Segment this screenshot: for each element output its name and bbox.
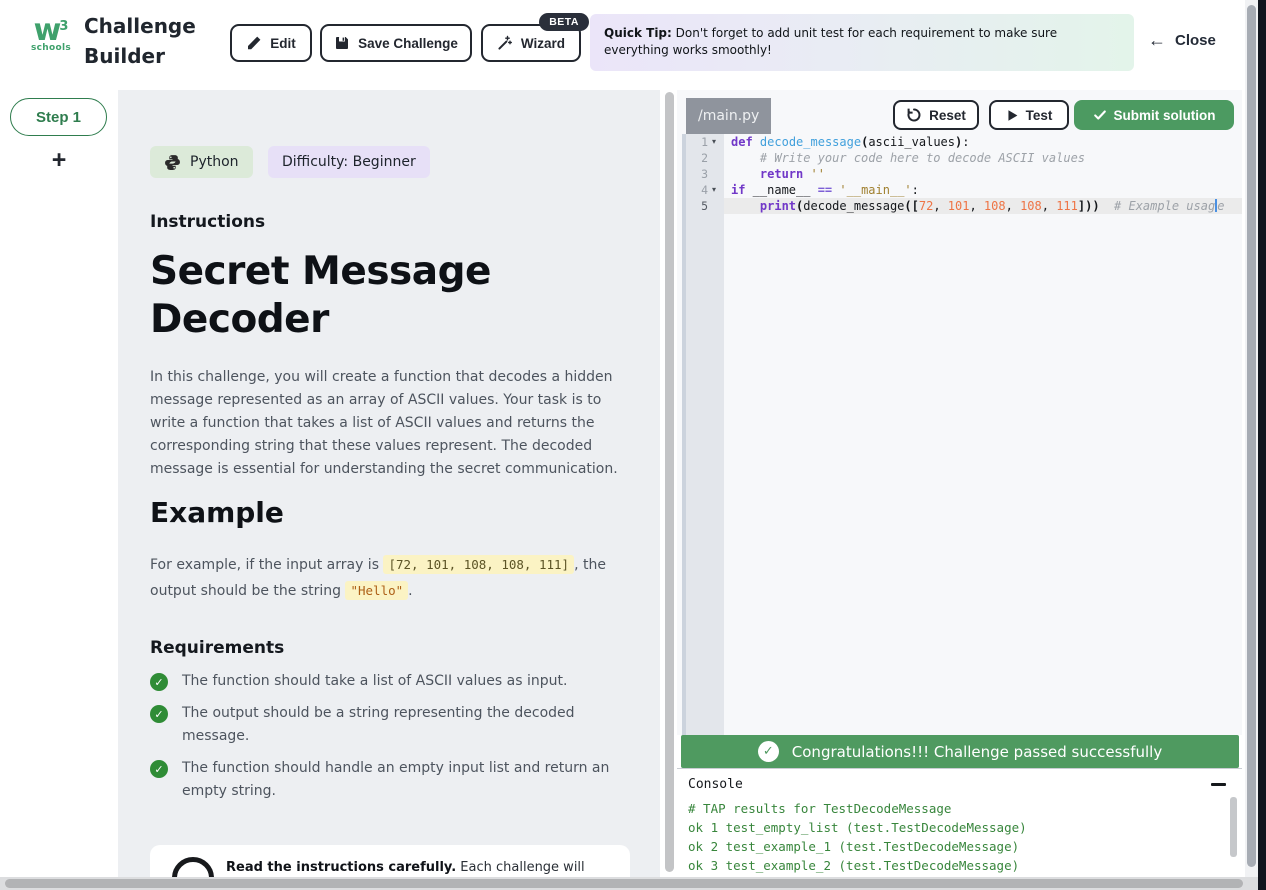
code-editor[interactable]: /main.py Reset Test Submit solution 1▾de… [677,90,1242,735]
editor-gutter [686,134,724,735]
code-row: 3 return '' [677,166,1242,182]
fold-arrow-icon[interactable]: ▾ [712,182,716,198]
requirement-item: ✓ The function should handle an empty inp… [150,757,642,803]
add-step-button[interactable]: + [0,146,118,175]
example-heading: Example [150,496,284,529]
code-line[interactable]: def decode_message(ascii_values): [724,134,1242,150]
line-number: 1 [677,134,708,150]
pencil-icon [246,35,262,51]
plus-icon: + [52,146,67,174]
code-lines: 1▾def decode_message(ascii_values):2 # W… [677,134,1242,214]
passed-message: Congratulations!!! Challenge passed succ… [792,743,1162,761]
test-button[interactable]: Test [989,100,1069,130]
challenge-passed-banner: ✓ Congratulations!!! Challenge passed su… [681,735,1239,768]
example-paragraph: For example, if the input array is [72, … [150,552,632,604]
line-number: 2 [677,150,708,166]
code-row: 4▾ if __name__ == '__main__': [677,182,1242,198]
check-icon [1093,108,1107,122]
wand-icon [497,35,513,51]
requirement-item: ✓ The function should take a list of ASCI… [150,670,642,693]
challenge-description: In this challenge, you will create a fun… [150,366,632,481]
requirements-list: ✓ The function should take a list of ASCI… [150,670,642,812]
beta-badge: BETA [539,13,589,31]
step-1-button[interactable]: Step 1 [10,98,107,136]
instructions-scrollbar[interactable] [665,92,674,872]
challenge-title: Secret Message Decoder [150,248,590,344]
wizard-button[interactable]: BETA Wizard [481,24,581,62]
check-circle-icon: ✓ [150,760,168,778]
w3schools-logo: w3 schools [26,12,76,53]
line-number: 4 [677,182,708,198]
requirements-heading: Requirements [150,638,284,658]
console-scrollbar[interactable] [1230,797,1237,857]
fold-arrow-icon[interactable]: ▾ [712,134,716,150]
difficulty-badge: Difficulty: Beginner [268,146,430,178]
edit-button[interactable]: Edit [230,24,312,62]
quick-tip-banner: Quick Tip: Don't forget to add unit test… [590,14,1134,71]
code-line[interactable]: print(decode_message([72, 101, 108, 108,… [724,198,1242,214]
python-icon [164,154,181,171]
requirement-item: ✓ The output should be a string represent… [150,702,642,748]
code-row: 1▾ def decode_message(ascii_values): [677,134,1242,150]
arrow-left-icon: ← [1148,30,1166,51]
quick-tip-label: Quick Tip: [604,26,672,40]
main-scrollbar-thumb[interactable] [1247,5,1256,867]
note-card: Read the instructions carefully. Each ch… [150,845,630,877]
code-row: 2 # Write your code here to decode ASCII… [677,150,1242,166]
play-icon [1006,109,1019,122]
reset-button[interactable]: Reset [893,100,979,130]
page-title: Challenge Builder [84,11,196,71]
console-line: ok 2 test_example_1 (test.TestDecodeMess… [688,837,1027,856]
line-number: 3 [677,166,708,182]
horizontal-scrollbar-thumb[interactable] [5,879,1243,888]
example-input-code: [72, 101, 108, 108, 111] [383,555,574,574]
horizontal-scrollbar-track [0,877,1258,890]
requirement-text: The function should take a list of ASCII… [182,670,642,693]
line-number: 5 [677,198,708,214]
save-icon [334,35,350,51]
save-challenge-button[interactable]: Save Challenge [320,24,472,62]
main-scrollbar-track [1245,0,1258,877]
console-line: ok 1 test_empty_list (test.TestDecodeMes… [688,818,1027,837]
code-line[interactable]: # Write your code here to decode ASCII v… [724,150,1242,166]
check-circle-icon: ✓ [150,705,168,723]
code-line[interactable]: return '' [724,166,1242,182]
instructions-panel: Python Difficulty: Beginner Instructions… [118,90,660,877]
console-output: # TAP results for TestDecodeMessageok 1 … [688,799,1027,875]
close-button[interactable]: ← Close [1148,30,1216,51]
note-ring-icon [172,857,214,877]
window-edge [1258,0,1266,890]
console-line: # TAP results for TestDecodeMessage [688,799,1027,818]
reset-icon [906,107,922,123]
submit-solution-button[interactable]: Submit solution [1074,100,1234,130]
file-tab[interactable]: /main.py [686,98,771,134]
console-panel: Console # TAP results for TestDecodeMess… [677,768,1242,877]
success-check-icon: ✓ [758,741,779,762]
code-line[interactable]: if __name__ == '__main__': [724,182,1242,198]
instructions-heading: Instructions [150,212,265,232]
minimize-console-icon[interactable] [1211,783,1226,786]
console-title: Console [688,777,743,792]
language-badge: Python [150,146,253,178]
requirement-text: The function should handle an empty inpu… [182,757,642,803]
requirement-text: The output should be a string representi… [182,702,642,748]
example-output-code: "Hello" [345,581,408,600]
challenge-builder-screen: w3 schools Challenge Builder Edit Save C… [0,0,1266,890]
console-line: ok 3 test_example_2 (test.TestDecodeMess… [688,856,1027,875]
code-row: 5 print(decode_message([72, 101, 108, 10… [677,198,1242,214]
check-circle-icon: ✓ [150,673,168,691]
